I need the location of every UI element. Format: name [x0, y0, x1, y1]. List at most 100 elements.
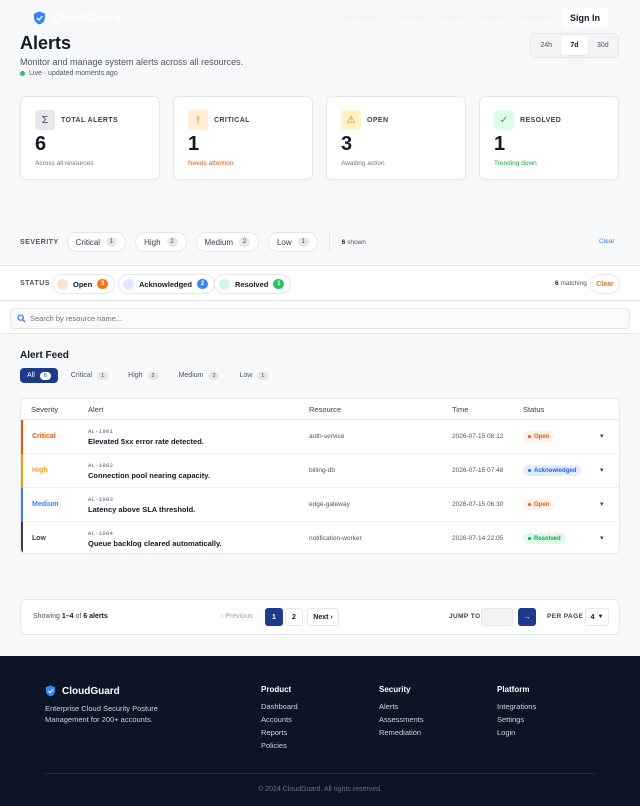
- footer-link[interactable]: Reports: [261, 728, 298, 737]
- brand-logo[interactable]: CloudGuard: [33, 11, 121, 25]
- footer-link[interactable]: Alerts: [379, 702, 424, 711]
- severity-chip-critical[interactable]: Critical 1: [66, 232, 127, 252]
- chip-label: Low: [276, 237, 292, 247]
- prev-page-button[interactable]: ‹ Previous: [221, 613, 253, 620]
- col-time: Time: [452, 405, 469, 414]
- acknowledged-swatch-icon: [123, 278, 134, 290]
- footer-link[interactable]: Login: [497, 728, 536, 737]
- clear-severity-link[interactable]: Clear: [599, 238, 615, 245]
- table-row[interactable]: High AL-1002 Connection pool nearing capac…: [21, 454, 619, 488]
- range-7d[interactable]: 7d: [561, 36, 588, 55]
- severity-bar: [21, 454, 23, 488]
- range-24h[interactable]: 24h: [533, 36, 559, 55]
- status-chip-open[interactable]: Open 3: [52, 274, 116, 294]
- search-section: [0, 302, 640, 334]
- stat-note: Needs attention: [188, 160, 234, 167]
- page-title: Alerts: [20, 33, 72, 53]
- divider: [328, 233, 330, 251]
- footer-link[interactable]: Policies: [261, 741, 298, 750]
- row-alert-id: AL-1003: [88, 496, 114, 503]
- tab-high[interactable]: High 2: [121, 368, 165, 383]
- status-dot-icon: [528, 435, 531, 438]
- expand-row-icon[interactable]: ▾: [600, 466, 604, 474]
- status-badge: Open: [523, 431, 555, 442]
- tab-label: Medium: [178, 372, 204, 379]
- nav-accounts[interactable]: Accounts: [393, 13, 426, 22]
- tab-medium[interactable]: Medium 2: [172, 368, 227, 383]
- col-alert: Alert: [88, 405, 104, 414]
- next-page-button[interactable]: Next ›: [307, 608, 339, 626]
- range-30d[interactable]: 30d: [590, 36, 616, 55]
- footer-link[interactable]: Remediation: [379, 728, 424, 737]
- footer-link[interactable]: Accounts: [261, 715, 298, 724]
- brand-name: CloudGuard: [52, 11, 122, 25]
- page-2-button[interactable]: 2: [285, 608, 303, 626]
- stat-note: Across all resources: [35, 160, 94, 167]
- search-input[interactable]: [30, 314, 610, 323]
- row-alert-message: Connection pool nearing capacity.: [88, 471, 210, 480]
- severity-bar: [21, 420, 23, 454]
- table-row[interactable]: Low AL-1004 Queue backlog cleared automati…: [21, 522, 619, 553]
- severity-chip-low[interactable]: Low 1: [267, 232, 318, 252]
- tab-low[interactable]: Low 1: [232, 368, 275, 383]
- status-text: Open: [534, 501, 550, 508]
- footer-link[interactable]: Settings: [497, 715, 536, 724]
- status-chip-acknowledged[interactable]: Acknowledged 2: [118, 274, 215, 294]
- tab-label: Critical: [70, 372, 93, 379]
- footer-tagline: Enterprise Cloud Security Posture Manage…: [45, 704, 158, 724]
- check-icon: ✓: [494, 110, 514, 130]
- footer-link[interactable]: Dashboard: [261, 702, 298, 711]
- jump-go-button[interactable]: →: [518, 608, 536, 626]
- row-severity: Medium: [32, 501, 59, 508]
- page-1-button[interactable]: 1: [265, 608, 283, 626]
- severity-chip-high[interactable]: High 2: [135, 232, 187, 252]
- nav-dashboard[interactable]: Dashboard: [338, 13, 377, 22]
- table-row[interactable]: Medium AL-1003 Latency above SLA threshold…: [21, 488, 619, 522]
- stat-note: Awaiting action: [341, 160, 385, 167]
- expand-row-icon[interactable]: ▾: [600, 534, 604, 542]
- status-text: Resolved: [534, 535, 561, 542]
- search-icon: [17, 314, 26, 323]
- status-dot-icon: [528, 469, 531, 472]
- jump-to-input[interactable]: [481, 608, 513, 626]
- expand-row-icon[interactable]: ▾: [600, 432, 604, 440]
- pagination: Showing 1–4 of 6 alerts ‹ Previous 1 2 N…: [20, 599, 620, 635]
- row-time: 2026-07-15 06:30: [452, 501, 504, 508]
- table-row[interactable]: Critical AL-1001 Elevated 5xx error rate d…: [21, 420, 619, 454]
- chip-label: Critical: [75, 237, 101, 247]
- tab-all[interactable]: All 6: [20, 368, 58, 383]
- expand-row-icon[interactable]: ▾: [600, 500, 604, 508]
- search-box: [10, 308, 630, 329]
- chip-label: Acknowledged: [139, 279, 192, 289]
- chevron-down-icon: ▼: [597, 614, 604, 620]
- per-page-select[interactable]: 4 ▼: [585, 608, 609, 626]
- nav-alerts[interactable]: Alerts: [442, 13, 462, 22]
- tab-critical[interactable]: Critical 1: [64, 368, 115, 383]
- severity-filter: SEVERITY Critical 1 High 2 Medium 2 Low …: [20, 231, 620, 253]
- showing-text: Showing 1–4 of 6 alerts: [33, 613, 108, 620]
- stat-label: CRITICAL: [214, 117, 250, 124]
- stat-value: 1: [494, 133, 506, 155]
- nav-policies[interactable]: Policies: [523, 13, 551, 22]
- row-resource: auth-service: [309, 433, 345, 440]
- status-text: Open: [534, 433, 550, 440]
- feed-tabs: All 6 Critical 1 High 2 Medium 2 Low 1: [20, 368, 275, 383]
- severity-chip-medium[interactable]: Medium 2: [195, 232, 259, 252]
- clear-status-button[interactable]: Clear: [590, 274, 620, 294]
- footer-link[interactable]: Integrations: [497, 702, 536, 711]
- tab-count: 6: [39, 371, 51, 380]
- row-severity: Low: [32, 535, 46, 542]
- row-alert-message: Queue backlog cleared automatically.: [88, 539, 222, 548]
- sign-in-button[interactable]: Sign In: [562, 8, 608, 28]
- status-label: STATUS: [20, 280, 50, 287]
- footer-divider: [45, 773, 595, 774]
- exclamation-icon: !: [188, 110, 208, 130]
- jump-to-label: JUMP TO: [449, 613, 481, 620]
- alert-feed-title: Alert Feed: [20, 350, 69, 361]
- footer-link[interactable]: Assessments: [379, 715, 424, 724]
- footer-heading: Platform: [497, 685, 530, 694]
- tab-label: High: [128, 372, 143, 379]
- chip-count: 3: [97, 279, 109, 289]
- status-chip-resolved[interactable]: Resolved 1: [214, 274, 292, 294]
- nav-reports[interactable]: Reports: [479, 13, 507, 22]
